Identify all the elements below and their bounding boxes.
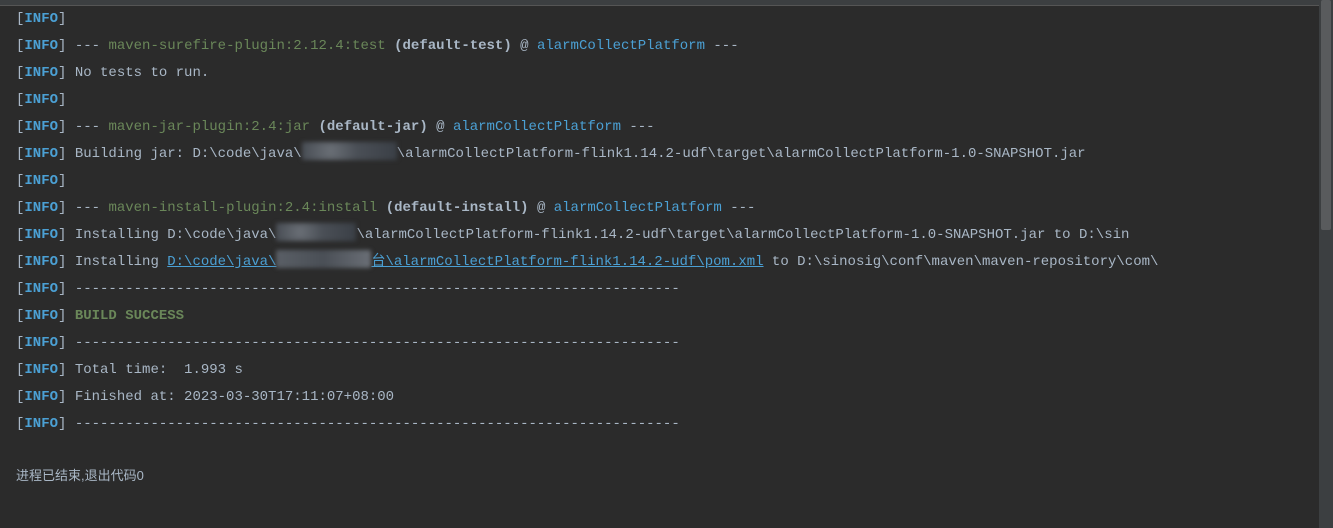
log-line: [INFO] Total time: 1.993 s [16, 357, 1317, 384]
log-line: [INFO] Finished at: 2023-03-30T17:11:07+… [16, 384, 1317, 411]
log-line: [INFO] Installing D:\code\java\\alarmCol… [16, 222, 1317, 249]
process-exit-message: 进程已结束,退出代码0 [0, 438, 1333, 489]
log-line: [INFO] [16, 6, 1317, 33]
log-line: [INFO] BUILD SUCCESS [16, 303, 1317, 330]
log-line: [INFO] ---------------------------------… [16, 411, 1317, 438]
pom-file-link[interactable]: D:\code\java\ [167, 254, 276, 270]
log-line: [INFO] Installing D:\code\java\台\alarmCo… [16, 249, 1317, 276]
log-line: [INFO] [16, 87, 1317, 114]
log-line: [INFO] --- maven-surefire-plugin:2.12.4:… [16, 33, 1317, 60]
log-line: [INFO] [16, 168, 1317, 195]
scrollbar-thumb[interactable] [1321, 0, 1331, 230]
pom-file-link[interactable]: 台\alarmCollectPlatform-flink1.14.2-udf\p… [371, 254, 763, 270]
log-line: [INFO] --- maven-install-plugin:2.4:inst… [16, 195, 1317, 222]
log-line: [INFO] ---------------------------------… [16, 276, 1317, 303]
log-line: [INFO] --- maven-jar-plugin:2.4:jar (def… [16, 114, 1317, 141]
redacted-path [276, 223, 356, 241]
redacted-path [302, 142, 397, 160]
log-line: [INFO] ---------------------------------… [16, 330, 1317, 357]
log-line: [INFO] Building jar: D:\code\java\\alarm… [16, 141, 1317, 168]
vertical-scrollbar[interactable] [1319, 0, 1333, 528]
log-line: [INFO] No tests to run. [16, 60, 1317, 87]
build-console-output[interactable]: [INFO][INFO] --- maven-surefire-plugin:2… [0, 6, 1333, 438]
redacted-path [276, 250, 371, 268]
